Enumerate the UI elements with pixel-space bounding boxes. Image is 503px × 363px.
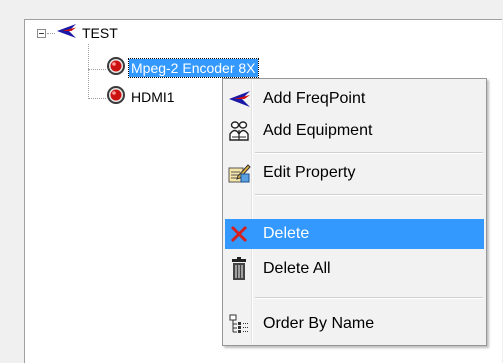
collapse-toggle[interactable]: [37, 29, 46, 38]
tree-node-root[interactable]: TEST: [55, 23, 120, 43]
edit-property-icon: [227, 161, 251, 185]
menu-item-order-by-name[interactable]: Order By Name: [225, 309, 484, 339]
menu-item-add-freqpoint[interactable]: Add FreqPoint: [225, 84, 484, 114]
menu-item-label: Delete: [263, 225, 310, 242]
tree-connector-line: [88, 44, 89, 99]
tree-node-label: HDMI1: [131, 89, 175, 105]
order-list-icon: [227, 312, 251, 336]
menu-separator: [255, 194, 483, 196]
equipment-icon: [227, 119, 251, 143]
freqpoint-arrow-icon: [227, 87, 251, 111]
menu-item-add-equipment[interactable]: Add Equipment: [225, 116, 484, 146]
delete-x-icon: [227, 222, 251, 246]
menu-separator: [255, 297, 483, 299]
menu-item-label: Order By Name: [263, 315, 375, 332]
menu-item-delete[interactable]: Delete: [225, 219, 484, 249]
context-menu: Add FreqPoint Add Equipment Edit Propert…: [222, 78, 487, 346]
menu-item-label: Delete All: [263, 260, 331, 277]
menu-item-label: Add FreqPoint: [263, 90, 366, 107]
tree-connector-line: [88, 69, 106, 70]
tree-connector-line: [47, 33, 55, 34]
tree-node-label: Mpeg-2 Encoder 8X: [128, 58, 259, 78]
tree-node-label: TEST: [82, 25, 118, 41]
menu-item-label: Add Equipment: [263, 122, 373, 139]
red-record-icon: [106, 85, 126, 110]
tree-node-hdmi1[interactable]: HDMI1: [106, 85, 177, 110]
freqpoint-arrow-icon: [55, 23, 77, 44]
trash-icon: [227, 257, 251, 281]
menu-item-edit-property[interactable]: Edit Property: [225, 158, 484, 188]
menu-item-label: Edit Property: [263, 164, 356, 181]
red-record-icon: [106, 56, 126, 81]
menu-item-delete-all[interactable]: Delete All: [225, 254, 484, 284]
menu-separator: [255, 152, 483, 154]
tree-node-mpeg2-encoder[interactable]: Mpeg-2 Encoder 8X: [106, 56, 259, 81]
tree-connector-line: [88, 98, 106, 99]
